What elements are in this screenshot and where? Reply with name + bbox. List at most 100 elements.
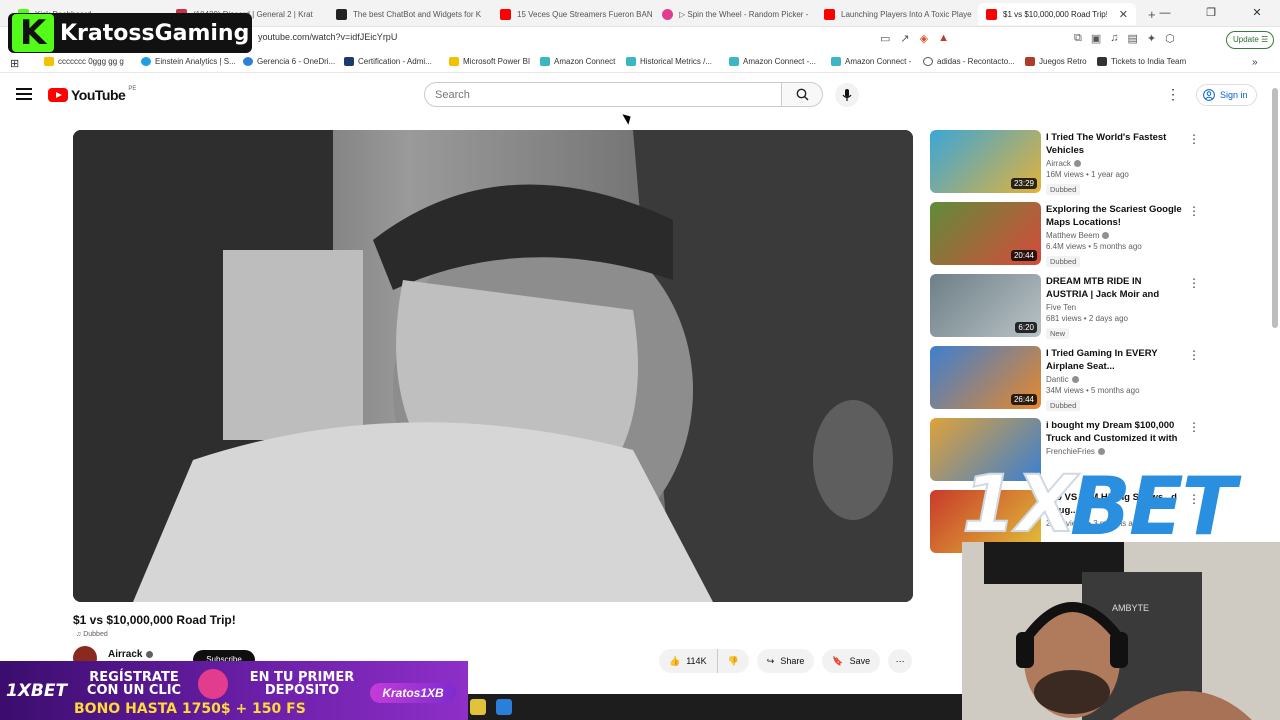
roulette-icon xyxy=(198,669,228,699)
recommended-video-title[interactable]: I Tried Gaming In EVERY Airplane Seat... xyxy=(1046,347,1182,373)
sign-in-button[interactable]: Sign in xyxy=(1196,84,1257,106)
video-badge: Dubbed xyxy=(1046,256,1081,267)
wallet-icon[interactable]: ▣ xyxy=(1091,32,1101,45)
video-menu-icon[interactable]: ⋮ xyxy=(1188,132,1200,146)
more-options-icon[interactable]: ⋮ xyxy=(1166,86,1180,103)
recommended-video-title[interactable]: I Tried The World's Fastest Vehicles xyxy=(1046,131,1182,157)
recommended-channel-name[interactable]: Airrack xyxy=(1046,159,1071,168)
like-button[interactable]: 👍 114K xyxy=(659,649,718,673)
bookmark-label: Amazon Connect xyxy=(554,57,616,66)
video-thumbnail[interactable]: 20:44 xyxy=(930,202,1041,265)
update-button[interactable]: Update ☰ xyxy=(1226,31,1274,49)
bookmark-item[interactable]: Amazon Connect xyxy=(540,57,615,66)
video-menu-icon[interactable]: ⋮ xyxy=(1188,204,1200,218)
video-thumbnail[interactable]: 23:29 xyxy=(930,130,1041,193)
bookmark-item[interactable]: Tickets to India Team xyxy=(1097,57,1186,66)
recommended-channel-name[interactable]: Matthew Beem xyxy=(1046,231,1099,240)
tab-label: $1 vs $10,000,000 Road Trip! xyxy=(1003,9,1107,19)
bookmark-item[interactable]: Microsoft Power BI xyxy=(449,57,530,66)
recommended-video-title[interactable]: Exploring the Scariest Google Maps Locat… xyxy=(1046,203,1182,229)
taskbar-app-icon[interactable] xyxy=(470,699,486,715)
bookmark-item[interactable]: Certification - Admi... xyxy=(344,57,432,66)
recommended-channel-name[interactable]: FrenchieFries xyxy=(1046,447,1095,456)
recommended-video-title[interactable]: DREAM MTB RIDE IN AUSTRIA | Jack Moir an… xyxy=(1046,275,1182,301)
recommended-video[interactable]: 23:29 I Tried The World's Fastest Vehicle… xyxy=(930,130,1210,195)
tab-chatbot[interactable]: The best ChatBot and Widgets for K xyxy=(328,3,488,25)
search-button[interactable] xyxy=(781,82,823,107)
bookmark-item[interactable]: Gerencia 6 - OneDri... xyxy=(243,57,335,66)
recommended-channel-name[interactable]: Five Ten xyxy=(1046,303,1076,312)
taskbar-app-icon[interactable] xyxy=(496,699,512,715)
bookmark-label: Gerencia 6 - OneDri... xyxy=(257,57,336,66)
extensions-icon[interactable]: ⧉ xyxy=(1074,32,1082,45)
hamburger-menu-icon[interactable] xyxy=(16,88,32,102)
more-actions-button[interactable]: ⋯ xyxy=(888,649,913,673)
leo-icon[interactable]: ✦ xyxy=(1147,32,1156,45)
channel-name[interactable]: Airrack xyxy=(108,649,142,660)
bookmark-item[interactable]: Amazon Connect - xyxy=(831,57,911,66)
bookmarks-overflow-icon[interactable]: » xyxy=(1252,57,1258,68)
bookmark-label: ccccccc 0ggg gg g xyxy=(58,57,124,66)
brave-shield-icon[interactable]: ◈ xyxy=(920,32,928,45)
cast-icon[interactable]: ▭ xyxy=(880,32,890,45)
video-menu-icon[interactable]: ⋮ xyxy=(1188,348,1200,362)
scrollbar[interactable] xyxy=(1272,88,1278,328)
search-input[interactable] xyxy=(425,83,781,106)
video-player[interactable] xyxy=(73,130,913,602)
sidebar-icon[interactable]: ▤ xyxy=(1128,32,1138,45)
bookmark-item[interactable]: Amazon Connect -... xyxy=(729,57,816,66)
restore-icon[interactable]: ❐ xyxy=(1188,0,1234,27)
bookmark-item[interactable]: ccccccc 0ggg gg g xyxy=(44,57,124,66)
recommended-video[interactable]: 26:44 I Tried Gaming In EVERY Airplane Se… xyxy=(930,346,1210,411)
youtube-logo[interactable]: YouTube PE xyxy=(48,86,136,103)
recommended-channel-name[interactable]: Dantic xyxy=(1046,375,1069,384)
youtube-favicon-icon xyxy=(500,8,511,20)
bookmarks-bar: ⊞ ccccccc 0ggg gg g Einstein Analytics |… xyxy=(0,53,1280,73)
view-stats: 34M views • 5 months ago xyxy=(1046,386,1140,395)
video-duration: 20:44 xyxy=(1010,250,1037,261)
close-tab-icon[interactable]: ✕ xyxy=(1119,8,1128,21)
tab-toxic-players[interactable]: Launching Players Into A Toxic Playe xyxy=(816,3,976,25)
promo-banner[interactable]: 1XBET REGÍSTRATE CON UN CLIC EN TU PRIME… xyxy=(0,661,468,720)
video-menu-icon[interactable]: ⋮ xyxy=(1188,276,1200,290)
rewards-icon[interactable]: ▲ xyxy=(938,32,949,45)
bookmark-label: Amazon Connect - xyxy=(845,57,912,66)
video-title: $1 vs $10,000,000 Road Trip! xyxy=(73,613,236,627)
tab-label: 15 Veces Que Streamers Fueron BAN xyxy=(517,9,652,19)
view-stats: 681 views • 2 days ago xyxy=(1046,314,1128,323)
tab-road-trip-active[interactable]: $1 vs $10,000,000 Road Trip! ✕ xyxy=(978,3,1136,25)
share-button[interactable]: ↪ Share xyxy=(756,649,815,673)
wheel-favicon-icon xyxy=(662,8,673,20)
video-thumbnail[interactable]: 26:44 xyxy=(930,346,1041,409)
view-stats: 16M views • 1 year ago xyxy=(1046,170,1129,179)
url-field[interactable]: youtube.com/watch?v=idfJEicYrpU xyxy=(258,32,397,42)
sponsor-logo: 1X BET xyxy=(961,456,1280,553)
bookmark-item[interactable]: Einstein Analytics | S... xyxy=(141,57,236,66)
onedrive-icon xyxy=(243,57,253,66)
youtube-play-icon xyxy=(48,88,68,102)
tab-spin-wheel[interactable]: ▷ Spin the Wheel - Random Picker - xyxy=(654,3,814,25)
dubbed-text: Dubbed xyxy=(83,631,108,638)
recommended-video[interactable]: 20:44 Exploring the Scariest Google Maps … xyxy=(930,202,1210,267)
apps-grid-icon[interactable]: ⊞ xyxy=(10,57,19,70)
recommended-video-title[interactable]: i bought my Dream $100,000 Truck and Cus… xyxy=(1046,419,1182,445)
video-thumbnail[interactable]: 6:20 xyxy=(930,274,1041,337)
bookmark-label: Einstein Analytics | S... xyxy=(155,57,236,66)
minimize-icon[interactable]: — xyxy=(1142,0,1188,27)
bookmark-label: Amazon Connect -... xyxy=(743,57,816,66)
share-page-icon[interactable]: ↗ xyxy=(900,32,909,45)
save-button[interactable]: 🔖 Save xyxy=(822,649,881,673)
voice-search-button[interactable] xyxy=(835,83,859,107)
dislike-button[interactable]: 👎 xyxy=(717,649,749,673)
close-window-icon[interactable]: ✕ xyxy=(1234,0,1280,27)
tab-streamers-ban[interactable]: 15 Veces Que Streamers Fueron BAN xyxy=(492,3,652,25)
vpn-icon[interactable]: ⬡ xyxy=(1165,32,1175,45)
retro-games-icon xyxy=(1025,57,1035,66)
tab-label: The best ChatBot and Widgets for K xyxy=(353,9,482,19)
recommended-video[interactable]: 6:20 DREAM MTB RIDE IN AUSTRIA | Jack Moi… xyxy=(930,274,1210,339)
bookmark-item[interactable]: adidas - Recontacto... xyxy=(923,57,1015,66)
video-menu-icon[interactable]: ⋮ xyxy=(1188,420,1200,434)
media-icon[interactable]: ♫ xyxy=(1110,32,1118,45)
bookmark-item[interactable]: Historical Metrics /... xyxy=(626,57,712,66)
bookmark-item[interactable]: Juegos Retro xyxy=(1025,57,1087,66)
